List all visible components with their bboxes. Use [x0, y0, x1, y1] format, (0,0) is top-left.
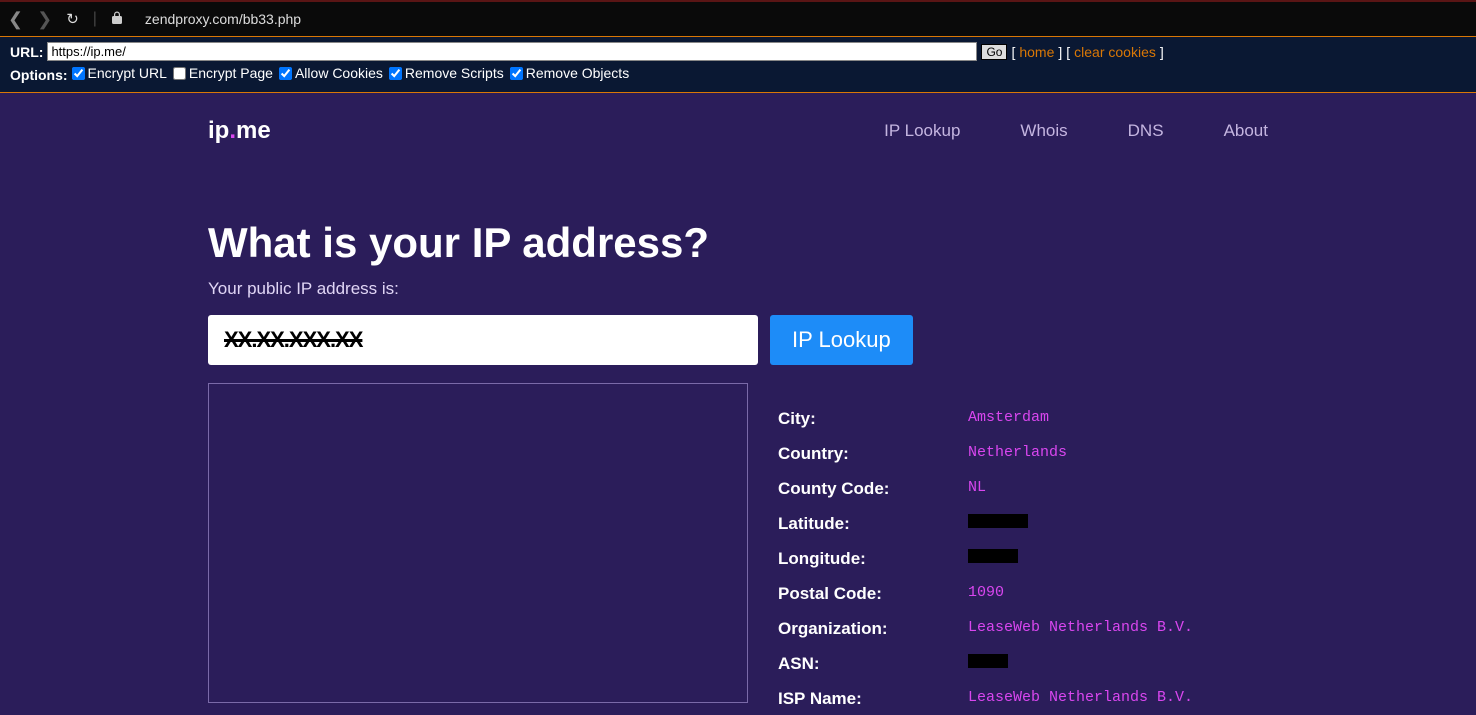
ip-details: City:AmsterdamCountry:NetherlandsCounty … [778, 383, 1268, 715]
detail-row: Latitude: [778, 514, 1268, 534]
detail-value [968, 654, 1008, 674]
back-icon[interactable]: ❮ [8, 9, 23, 30]
proxy-home-link[interactable]: home [1019, 44, 1054, 60]
proxy-option-label: Allow Cookies [295, 65, 383, 81]
proxy-url-label: URL: [10, 44, 43, 60]
detail-label: Postal Code: [778, 584, 968, 604]
detail-row: Longitude: [778, 549, 1268, 569]
detail-label: ISP Name: [778, 689, 968, 709]
proxy-options-label: Options: [10, 67, 68, 83]
divider: | [93, 10, 97, 28]
lock-icon [111, 11, 123, 27]
detail-value [968, 549, 1018, 569]
proxy-go-button[interactable]: Go [981, 44, 1007, 60]
refresh-icon[interactable]: ↻ [66, 10, 79, 28]
redacted-value [968, 654, 1008, 668]
nav-link-whois[interactable]: Whois [1020, 121, 1067, 141]
ip-display-box: XX.XX.XXX.XX [208, 315, 758, 365]
detail-row: Organization:LeaseWeb Netherlands B.V. [778, 619, 1268, 639]
proxy-option-label: Remove Objects [526, 65, 629, 81]
proxy-option-checkbox[interactable] [510, 67, 523, 80]
nav-link-ip-lookup[interactable]: IP Lookup [884, 121, 960, 141]
proxy-toolbar: URL: Go [home] [clear cookies] Options: … [0, 36, 1476, 93]
detail-label: County Code: [778, 479, 968, 499]
proxy-option-label: Encrypt URL [88, 65, 167, 81]
detail-row: Country:Netherlands [778, 444, 1268, 464]
redacted-value [968, 549, 1018, 563]
detail-label: Organization: [778, 619, 968, 639]
detail-value: LeaseWeb Netherlands B.V. [968, 689, 1193, 709]
proxy-option-label: Encrypt Page [189, 65, 273, 81]
detail-label: City: [778, 409, 968, 429]
page-title: What is your IP address? [208, 219, 1268, 267]
proxy-option-checkbox[interactable] [389, 67, 402, 80]
forward-icon[interactable]: ❯ [37, 9, 52, 30]
ip-value-redacted: XX.XX.XXX.XX [224, 327, 362, 353]
proxy-option-remove-objects: Remove Objects [510, 65, 629, 81]
proxy-option-encrypt-url: Encrypt URL [72, 65, 167, 81]
detail-label: Longitude: [778, 549, 968, 569]
map-placeholder [208, 383, 748, 703]
detail-label: Country: [778, 444, 968, 464]
site-header: ip.me IP Lookup Whois DNS About [208, 93, 1268, 163]
detail-row: City:Amsterdam [778, 409, 1268, 429]
detail-value: 1090 [968, 584, 1004, 604]
proxy-url-input[interactable] [47, 42, 977, 61]
browser-toolbar: ❮ ❯ ↻ | zendproxy.com/bb33.php [0, 0, 1476, 36]
detail-row: County Code:NL [778, 479, 1268, 499]
proxy-option-encrypt-page: Encrypt Page [173, 65, 273, 81]
nav-link-dns[interactable]: DNS [1128, 121, 1164, 141]
detail-row: ASN: [778, 654, 1268, 674]
proxy-option-checkbox[interactable] [173, 67, 186, 80]
detail-value: NL [968, 479, 986, 499]
proxy-option-checkbox[interactable] [72, 67, 85, 80]
browser-url[interactable]: zendproxy.com/bb33.php [145, 11, 301, 27]
proxy-option-remove-scripts: Remove Scripts [389, 65, 504, 81]
page-subtitle: Your public IP address is: [208, 279, 1268, 299]
main-nav: IP Lookup Whois DNS About [884, 121, 1268, 141]
detail-row: ISP Name:LeaseWeb Netherlands B.V. [778, 689, 1268, 709]
detail-value: LeaseWeb Netherlands B.V. [968, 619, 1193, 639]
proxy-option-allow-cookies: Allow Cookies [279, 65, 383, 81]
proxy-option-label: Remove Scripts [405, 65, 504, 81]
site-logo[interactable]: ip.me [208, 117, 271, 145]
page-body: ip.me IP Lookup Whois DNS About What is you… [0, 93, 1476, 715]
detail-label: ASN: [778, 654, 968, 674]
detail-value: Netherlands [968, 444, 1067, 464]
proxy-option-checkbox[interactable] [279, 67, 292, 80]
detail-label: Latitude: [778, 514, 968, 534]
nav-link-about[interactable]: About [1224, 121, 1268, 141]
proxy-clear-cookies-link[interactable]: clear cookies [1074, 44, 1156, 60]
detail-value: Amsterdam [968, 409, 1049, 429]
redacted-value [968, 514, 1028, 528]
ip-lookup-button[interactable]: IP Lookup [770, 315, 913, 365]
detail-value [968, 514, 1028, 534]
detail-row: Postal Code:1090 [778, 584, 1268, 604]
